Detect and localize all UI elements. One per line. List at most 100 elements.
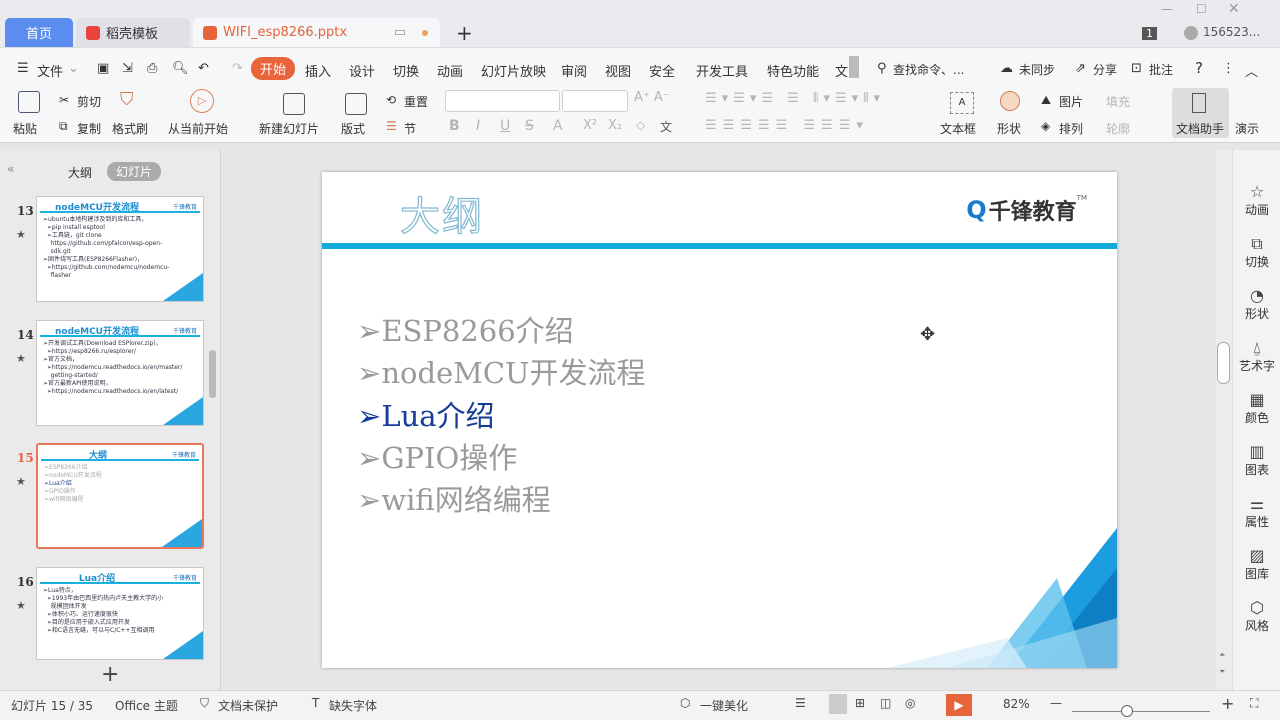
menu-scroll-right[interactable] (849, 56, 859, 78)
minimize-icon[interactable]: — (1161, 2, 1173, 16)
copy-button[interactable]: 复制 (77, 120, 101, 137)
command-search[interactable]: 查找命令、... (893, 61, 964, 78)
increase-font-icon[interactable]: A⁺ A⁻ (634, 90, 670, 105)
add-slide-button[interactable]: + (101, 662, 119, 687)
redo-icon[interactable]: ↷ (232, 61, 243, 76)
new-slide-button[interactable]: 新建幻灯片 (259, 120, 319, 137)
arrange-button[interactable]: 排列 (1059, 120, 1083, 137)
outline-list[interactable]: ➢ESP8266介绍 ➢nodeMCU开发流程 ➢Lua介绍 ➢GPIO操作 ➢wifi… (357, 310, 646, 521)
font-color-icon[interactable]: A (553, 118, 563, 134)
cut-button[interactable]: 剪切 (77, 93, 101, 110)
sidebar-item-chart[interactable]: ▥ 图表 (1233, 443, 1280, 478)
play-slideshow-button[interactable]: ▶ (946, 694, 972, 716)
sidebar-item-properties[interactable]: ⚌ 属性 (1233, 495, 1280, 530)
menu-view[interactable]: 视图 (605, 61, 631, 80)
outline-item[interactable]: ➢nodeMCU开发流程 (357, 352, 646, 394)
paragraph-tools-icon[interactable]: ☰▾☰▾☰ ☰ ⫴▾☰▾⫴▾ (705, 91, 885, 106)
collapse-ribbon-icon[interactable]: ︿ (1245, 61, 1258, 80)
hamburger-icon[interactable]: ☰ (17, 61, 29, 76)
bold-button[interactable]: B (449, 118, 460, 134)
sync-button[interactable]: 未同步 (1019, 61, 1055, 78)
beautify-button[interactable]: 一键美化 (700, 697, 748, 714)
menu-home[interactable]: 开始 (251, 57, 296, 80)
section-button[interactable]: 节 (404, 120, 416, 137)
close-icon[interactable]: ✕ (1228, 1, 1240, 17)
slide-thumbnail[interactable]: nodeMCU开发流程 千锋教育 ➢开发调试工具(Download ESPlor… (36, 320, 204, 426)
print-icon[interactable]: ⎙ (147, 61, 157, 76)
menu-file[interactable]: 文件 (37, 61, 63, 80)
layout-button[interactable]: 版式 (341, 120, 365, 137)
menu-review[interactable]: 审阅 (561, 61, 587, 80)
picture-button[interactable]: 图片 (1059, 93, 1083, 110)
zoom-out-icon[interactable]: — (1050, 696, 1062, 710)
collapse-panel-icon[interactable]: « (7, 162, 14, 176)
monitor-icon[interactable]: ▭ (394, 25, 406, 40)
slide-canvas[interactable]: 大纲 Q 千锋教育 TM ➢ESP8266介绍 ➢nodeMCU开发流程 ➢Lua介… (322, 172, 1117, 668)
slide-title[interactable]: 大纲 (399, 184, 484, 242)
phonetic-icon[interactable]: 文 (660, 118, 672, 135)
underline-button[interactable]: U (500, 118, 510, 134)
tab-document[interactable]: WIFI_esp8266.pptx ▭ (193, 18, 440, 47)
prev-slide-icon[interactable]: ⏶ (1219, 650, 1225, 660)
zoom-slider-handle[interactable] (1121, 705, 1133, 717)
tab-templates[interactable]: 稻壳模板 (76, 18, 190, 47)
menu-slideshow[interactable]: 幻灯片放映 (481, 61, 546, 80)
slide-sorter-icon[interactable]: ⊞ (855, 696, 865, 710)
notification-badge[interactable]: 1 (1142, 27, 1157, 40)
missing-font-button[interactable]: 缺失字体 (329, 697, 377, 714)
menu-transition[interactable]: 切换 (393, 61, 419, 80)
vertical-scrollbar[interactable]: ⏶ ⏷ (1216, 150, 1232, 690)
slide-thumbnail[interactable]: 大纲 千锋教育 ➢ESP8266介绍 ➢nodeMCU开发流程 ➢Lua介绍 ➢GPI… (36, 443, 204, 549)
subscript-icon[interactable]: X₂ (608, 118, 622, 133)
export-icon[interactable]: ⇲ (122, 61, 133, 76)
outline-item[interactable]: ➢Lua介绍 (357, 395, 646, 437)
outline-item[interactable]: ➢ESP8266介绍 (357, 310, 646, 352)
comment-button[interactable]: 批注 (1149, 61, 1173, 78)
help-button[interactable]: ? (1195, 59, 1203, 77)
tab-home[interactable]: 首页 (5, 18, 73, 47)
preview-icon[interactable]: 🔍︎ (172, 61, 189, 76)
share-button[interactable]: 分享 (1093, 61, 1117, 78)
menu-animation[interactable]: 动画 (437, 61, 463, 80)
menu-features[interactable]: 特色功能 (767, 61, 819, 80)
sidebar-item-style[interactable]: ⬡ 风格 (1233, 599, 1280, 634)
menu-security[interactable]: 安全 (649, 61, 675, 80)
tab-outline[interactable]: 大纲 (68, 164, 92, 181)
menu-insert[interactable]: 插入 (305, 61, 331, 80)
sidebar-item-gallery[interactable]: ▨ 图库 (1233, 547, 1280, 582)
sidebar-item-color[interactable]: ▦ 颜色 (1233, 391, 1280, 426)
save-icon[interactable]: ▣ (97, 61, 109, 76)
fit-window-icon[interactable]: ⛶ (1250, 696, 1258, 711)
italic-button[interactable]: I (476, 118, 480, 134)
scrollbar-thumb[interactable] (1217, 342, 1230, 384)
outline-item[interactable]: ➢wifi网络编程 (357, 479, 646, 521)
align-tools-icon[interactable]: ☰☰☰☰☰ ☰☰☰▾ (705, 118, 869, 133)
sidebar-item-switch[interactable]: ⧉ 切换 (1233, 235, 1280, 270)
textbox-button[interactable]: 文本框 (940, 120, 976, 137)
shape-button[interactable]: 形状 (997, 120, 1021, 137)
outline-item[interactable]: ➢GPIO操作 (357, 437, 646, 479)
reset-button[interactable]: 重置 (404, 93, 428, 110)
more-icon[interactable]: ⋮ (1222, 61, 1235, 76)
format-painter-button[interactable]: 格式刷 (112, 120, 148, 137)
paste-icon[interactable] (18, 91, 40, 113)
next-slide-icon[interactable]: ⏷ (1219, 667, 1225, 677)
undo-icon[interactable]: ↶ (198, 61, 209, 76)
menu-more[interactable]: 文 (835, 61, 848, 80)
protection-status[interactable]: 文档未保护 (218, 697, 278, 714)
sidebar-item-wordart[interactable]: ⍙ 艺术字 (1233, 339, 1280, 374)
zoom-level[interactable]: 82% (1003, 697, 1030, 711)
user-name[interactable]: 156523... (1203, 25, 1260, 39)
font-family-select[interactable] (445, 90, 560, 112)
paste-button[interactable]: 粘贴 (13, 120, 37, 137)
thumbnail-scrollbar[interactable] (209, 350, 216, 398)
tab-slides[interactable]: 幻灯片 (107, 162, 162, 181)
zoom-in-icon[interactable]: + (1221, 694, 1234, 713)
play-from-current-button[interactable]: 从当前开始 (168, 120, 228, 137)
slide-thumbnail[interactable]: Lua介绍 千锋教育 ➢Lua特点， ➢1993年由巴西里约热内卢天主教大学的小… (36, 567, 204, 660)
fill-button[interactable]: 填充 (1106, 93, 1130, 110)
superscript-icon[interactable]: X² (583, 118, 597, 133)
maximize-icon[interactable]: ☐ (1196, 2, 1207, 16)
notes-icon[interactable]: ☰ (795, 696, 806, 710)
menu-design[interactable]: 设计 (349, 61, 375, 80)
